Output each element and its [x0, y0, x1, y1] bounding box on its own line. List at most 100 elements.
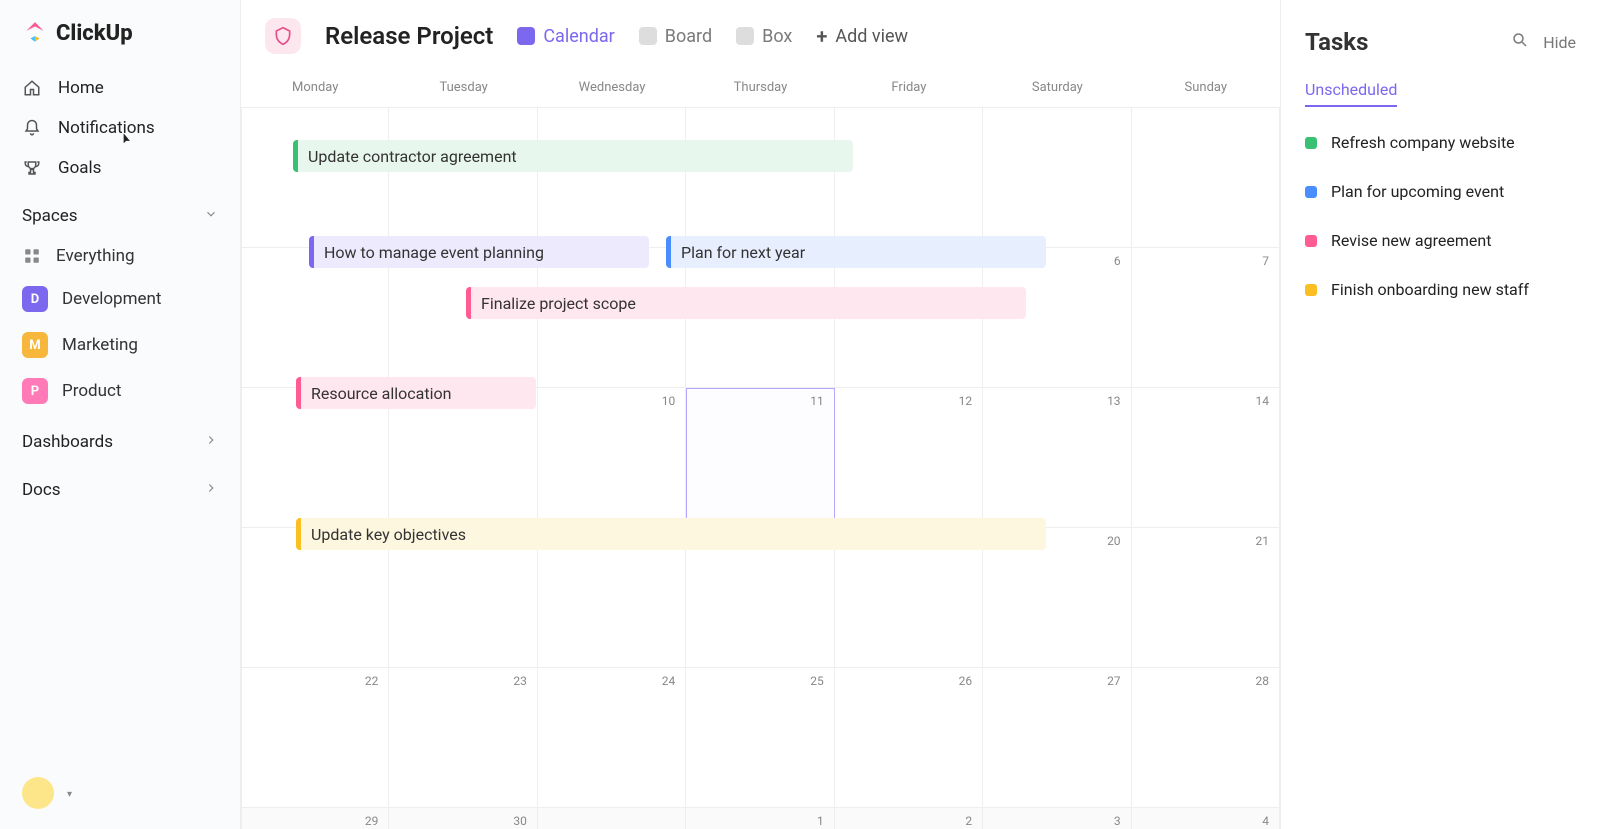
day-headers: Monday Tuesday Wednesday Thursday Friday… — [241, 72, 1280, 107]
nav-goals[interactable]: Goals — [0, 148, 240, 188]
calendar-cell[interactable]: 2 — [835, 808, 983, 829]
view-calendar[interactable]: Calendar — [517, 26, 614, 47]
calendar-icon — [517, 27, 535, 45]
event-bar[interactable]: Resource allocation — [296, 377, 536, 409]
task-item[interactable]: Plan for upcoming event — [1305, 182, 1576, 201]
logo[interactable]: ClickUp — [0, 20, 240, 68]
calendar-cell[interactable]: 27 — [983, 668, 1131, 808]
day-number: 27 — [1107, 674, 1121, 688]
calendar-cell[interactable] — [538, 808, 686, 829]
day-number: 21 — [1256, 534, 1270, 548]
task-item[interactable]: Finish onboarding new staff — [1305, 280, 1576, 299]
event-bar[interactable]: Plan for next year — [666, 236, 1046, 268]
day-number: 6 — [1114, 254, 1121, 268]
day-header: Wednesday — [538, 80, 686, 95]
view-board-label: Board — [665, 26, 712, 47]
calendar-cell[interactable]: 28 — [1132, 668, 1280, 808]
calendar-cell[interactable] — [835, 108, 983, 248]
day-number: 29 — [365, 814, 379, 828]
nav-home[interactable]: Home — [0, 68, 240, 108]
calendar-cell[interactable]: 21 — [1132, 528, 1280, 668]
calendar-cell[interactable] — [686, 108, 834, 248]
chevron-right-icon — [204, 432, 218, 452]
day-number: 23 — [513, 674, 527, 688]
calendar-cell[interactable]: 25 — [686, 668, 834, 808]
home-icon — [22, 78, 42, 98]
day-number: 4 — [1262, 814, 1269, 828]
calendar-cell[interactable] — [389, 108, 537, 248]
calendar-cell[interactable] — [983, 108, 1131, 248]
calendar-cell[interactable] — [1132, 108, 1280, 248]
view-box[interactable]: Box — [736, 26, 792, 47]
day-header: Saturday — [983, 80, 1131, 95]
status-dot — [1305, 186, 1317, 198]
day-number: 14 — [1256, 394, 1270, 408]
calendar-cell[interactable]: 3 — [983, 808, 1131, 829]
project-title: Release Project — [325, 22, 493, 50]
space-marketing[interactable]: M Marketing — [0, 322, 240, 368]
panel-tab-unscheduled[interactable]: Unscheduled — [1305, 80, 1397, 107]
day-number: 1 — [817, 814, 824, 828]
event-bar[interactable]: Update key objectives — [296, 518, 1046, 550]
add-view-label: Add view — [835, 26, 908, 47]
space-everything[interactable]: Everything — [0, 236, 240, 276]
day-header: Thursday — [686, 80, 834, 95]
calendar-cell[interactable]: 7 — [1132, 248, 1280, 388]
panel-title: Tasks — [1305, 28, 1368, 56]
tasks-panel: Tasks Hide Unscheduled Refresh company w… — [1280, 0, 1600, 829]
space-development[interactable]: D Development — [0, 276, 240, 322]
clickup-logo-icon — [22, 20, 48, 46]
calendar-grid[interactable]: 1234567891011121314151617181920212223242… — [241, 107, 1280, 829]
view-calendar-label: Calendar — [543, 26, 614, 47]
hide-button[interactable]: Hide — [1543, 33, 1576, 52]
calendar-cell[interactable]: 22 — [241, 668, 389, 808]
space-product[interactable]: P Product — [0, 368, 240, 414]
user-avatar[interactable]: ▾ — [22, 777, 54, 809]
calendar-cell[interactable]: 23 — [389, 668, 537, 808]
task-label: Plan for upcoming event — [1331, 182, 1504, 201]
logo-text: ClickUp — [56, 21, 133, 46]
caret-down-icon: ▾ — [67, 789, 72, 800]
calendar-cell[interactable]: 1 — [686, 808, 834, 829]
calendar-cell[interactable]: 26 — [835, 668, 983, 808]
calendar-cell[interactable]: 1 — [241, 248, 389, 388]
day-number: 3 — [1114, 814, 1121, 828]
task-item[interactable]: Refresh company website — [1305, 133, 1576, 152]
spaces-header[interactable]: Spaces — [0, 188, 240, 236]
chevron-right-icon — [204, 480, 218, 500]
day-number: 12 — [959, 394, 973, 408]
view-board[interactable]: Board — [639, 26, 712, 47]
add-view-button[interactable]: + Add view — [816, 24, 908, 48]
calendar-cell[interactable]: 10 — [538, 388, 686, 528]
spaces-label: Spaces — [22, 206, 78, 226]
nav-home-label: Home — [58, 78, 104, 98]
space-everything-label: Everything — [56, 246, 135, 266]
docs-nav[interactable]: Docs — [0, 462, 240, 510]
calendar-cell[interactable]: 30 — [389, 808, 537, 829]
calendar-cell[interactable]: 14 — [1132, 388, 1280, 528]
event-bar[interactable]: How to manage event planning — [309, 236, 649, 268]
nav-notifications-label: Notifications — [58, 118, 155, 138]
calendar-cell[interactable] — [241, 108, 389, 248]
calendar-cell[interactable]: 4 — [1132, 808, 1280, 829]
calendar-cell[interactable]: 12 — [835, 388, 983, 528]
day-number: 11 — [810, 394, 824, 408]
calendar-cell[interactable]: 11 — [686, 388, 834, 528]
project-icon — [265, 18, 301, 54]
event-bar[interactable]: Update contractor agreement — [293, 140, 853, 172]
calendar-cell[interactable]: 24 — [538, 668, 686, 808]
calendar-cell[interactable]: 9 — [389, 388, 537, 528]
calendar-cell[interactable]: 8 — [241, 388, 389, 528]
task-item[interactable]: Revise new agreement — [1305, 231, 1576, 250]
search-icon[interactable] — [1511, 31, 1529, 53]
day-number: 7 — [1262, 254, 1269, 268]
calendar-cell[interactable] — [538, 108, 686, 248]
calendar-cell[interactable]: 29 — [241, 808, 389, 829]
nav-notifications[interactable]: Notifications — [0, 108, 240, 148]
calendar-cell[interactable]: 13 — [983, 388, 1131, 528]
view-box-label: Box — [762, 26, 792, 47]
event-bar[interactable]: Finalize project scope — [466, 287, 1026, 319]
day-number: 2 — [965, 814, 972, 828]
status-dot — [1305, 284, 1317, 296]
dashboards-nav[interactable]: Dashboards — [0, 414, 240, 462]
